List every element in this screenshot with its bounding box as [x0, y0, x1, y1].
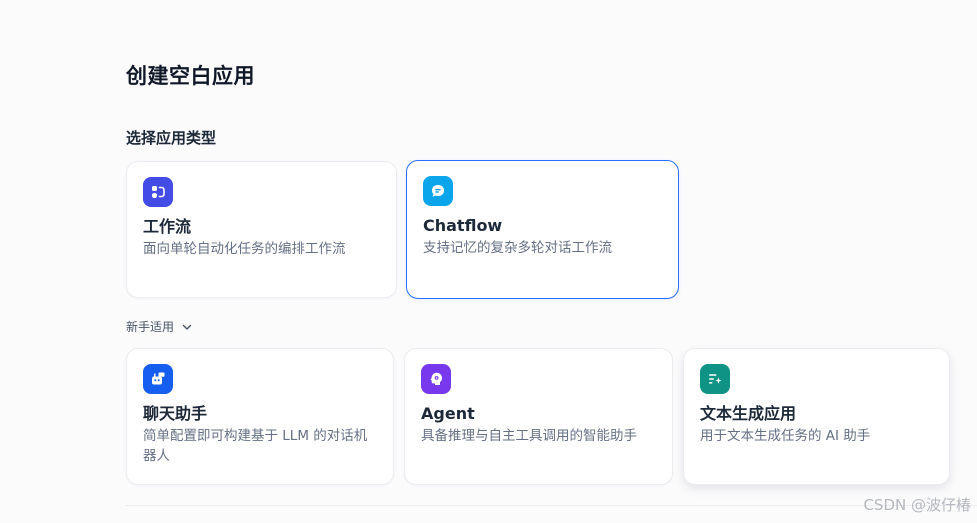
chatflow-icon — [423, 176, 453, 206]
chatbot-icon — [143, 364, 173, 394]
agent-icon — [421, 364, 451, 394]
beginner-label: 新手适用 — [126, 320, 175, 334]
app-type-label: 选择应用类型 — [126, 129, 217, 147]
watermark: CSDN @波仔椿 — [863, 496, 971, 514]
card-title: 聊天助手 — [143, 404, 208, 423]
card-description: 支持记忆的复杂多轮对话工作流 — [423, 240, 612, 256]
app-type-card-agent[interactable]: Agent 具备推理与自主工具调用的智能助手 — [404, 348, 673, 485]
beginner-toggle[interactable]: 新手适用 — [126, 318, 194, 335]
text-generation-icon — [700, 364, 730, 394]
card-description: 面向单轮自动化任务的编排工作流 — [143, 241, 346, 257]
app-type-card-chatbot[interactable]: 聊天助手 简单配置即可构建基于 LLM 的对话机器人 — [126, 348, 394, 485]
app-type-card-text-generation[interactable]: 文本生成应用 用于文本生成任务的 AI 助手 — [683, 348, 950, 485]
chevron-down-icon — [182, 324, 192, 330]
card-title: Chatflow — [423, 216, 503, 235]
create-app-page: 创建空白应用 选择应用类型 工作流 面向单轮自动化任务的编排工作流 Chatfl… — [0, 0, 977, 523]
card-title: Agent — [421, 404, 475, 423]
footer-divider — [126, 505, 977, 506]
page-title: 创建空白应用 — [126, 64, 255, 88]
workflow-icon — [143, 177, 173, 207]
card-description: 简单配置即可构建基于 LLM 的对话机器人 — [143, 428, 368, 464]
card-title: 工作流 — [143, 217, 192, 236]
card-description: 具备推理与自主工具调用的智能助手 — [421, 428, 637, 444]
app-type-card-workflow[interactable]: 工作流 面向单轮自动化任务的编排工作流 — [126, 161, 397, 298]
card-description: 用于文本生成任务的 AI 助手 — [700, 428, 871, 444]
card-title: 文本生成应用 — [700, 404, 797, 423]
app-type-card-chatflow[interactable]: Chatflow 支持记忆的复杂多轮对话工作流 — [406, 160, 679, 299]
